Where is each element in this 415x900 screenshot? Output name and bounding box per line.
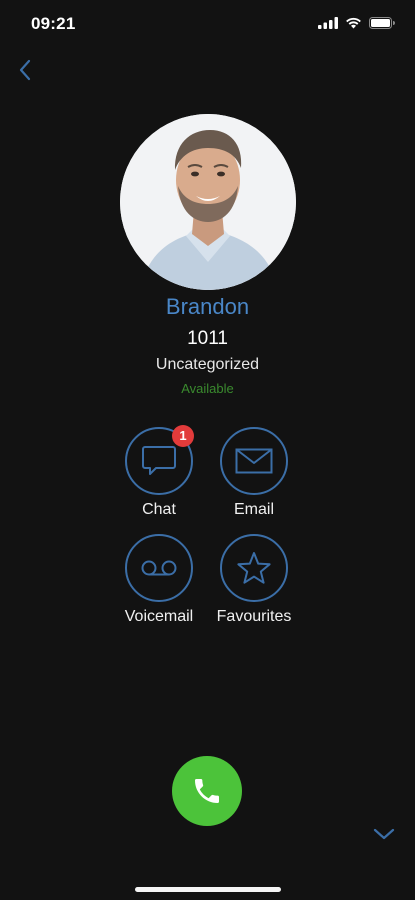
chat-unread-badge: 1 <box>172 425 194 447</box>
presence-status: Available <box>181 381 234 396</box>
phone-icon <box>195 779 219 803</box>
collapse-button[interactable] <box>371 822 397 846</box>
home-indicator[interactable] <box>135 887 281 892</box>
cellular-signal-icon <box>318 17 338 29</box>
contact-extension: 1011 <box>187 328 228 349</box>
contact-name: Brandon <box>165 294 250 319</box>
status-time: 09:21 <box>31 14 76 33</box>
battery-icon <box>369 17 395 29</box>
contact-avatar <box>120 114 296 290</box>
voicemail-button[interactable]: Voicemail <box>104 534 214 626</box>
favourites-label: Favourites <box>216 608 292 625</box>
back-button[interactable] <box>12 56 38 84</box>
voicemail-icon <box>141 560 177 576</box>
email-label: Email <box>233 501 274 518</box>
wifi-icon <box>346 17 361 29</box>
star-icon <box>237 552 271 584</box>
chat-button[interactable]: 1 Chat <box>104 425 214 519</box>
call-button[interactable] <box>172 756 242 826</box>
chat-circle[interactable]: 1 <box>125 425 194 495</box>
chevron-down-icon <box>373 828 395 840</box>
favourites-button[interactable]: Favourites <box>199 534 309 626</box>
chat-bubble-icon <box>142 446 176 475</box>
email-button[interactable]: Email <box>199 427 309 519</box>
voicemail-label: Voicemail <box>124 608 194 625</box>
favourites-circle[interactable] <box>220 534 288 602</box>
status-bar: 09:21 <box>0 0 415 48</box>
status-icons <box>318 17 395 29</box>
voicemail-circle[interactable] <box>125 534 193 602</box>
contact-category: Uncategorized <box>155 356 260 373</box>
chevron-left-icon <box>19 59 31 81</box>
email-circle[interactable] <box>220 427 288 495</box>
envelope-icon <box>235 448 273 474</box>
chat-label: Chat <box>142 501 176 518</box>
